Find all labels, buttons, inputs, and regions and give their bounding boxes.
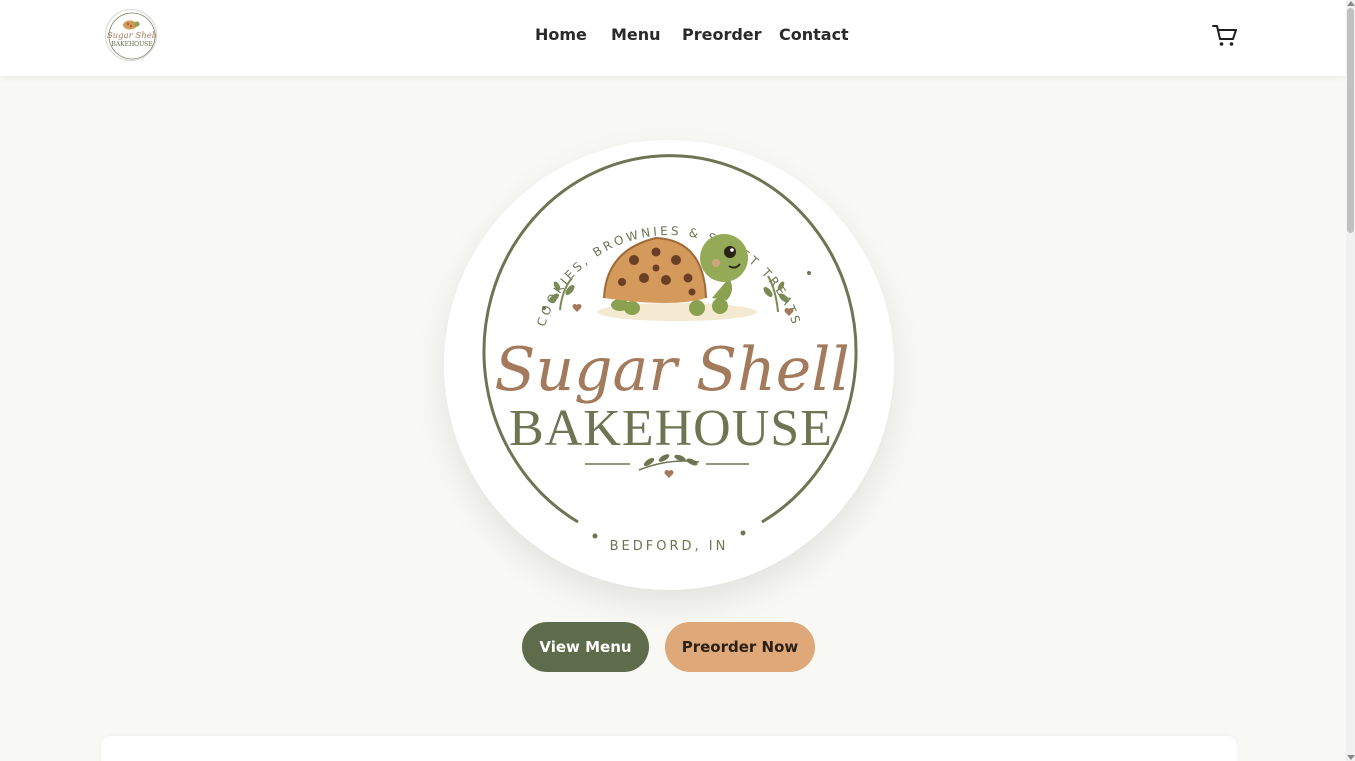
scrollbar[interactable]: [1346, 0, 1355, 761]
scroll-up-icon[interactable]: [1347, 1, 1355, 6]
logo-location: BEDFORD, IN: [610, 539, 729, 554]
small-logo-serif: BAKEHOUSE: [111, 41, 152, 48]
small-logo-script: Sugar Shell: [107, 31, 157, 41]
hero-logo: COOKIES, BROWNIES & SWEET TREATS BEDFORD…: [482, 154, 858, 554]
cart-button[interactable]: [1212, 24, 1238, 48]
view-menu-button[interactable]: View Menu: [522, 622, 649, 672]
scrollbar-thumb[interactable]: [1347, 8, 1354, 233]
preorder-now-button[interactable]: Preorder Now: [665, 622, 815, 672]
nav-home[interactable]: Home: [535, 25, 587, 44]
small-logo-graphic: Sugar Shell BAKEHOUSE: [107, 12, 157, 60]
nav-preorder[interactable]: Preorder: [682, 25, 762, 44]
hero-logo-circle: COOKIES, BROWNIES & SWEET TREATS BEDFORD…: [444, 140, 894, 590]
site-header: Sugar Shell BAKEHOUSE Home Menu Preorder…: [0, 0, 1346, 76]
nav-menu[interactable]: Menu: [611, 25, 661, 44]
cart-icon: [1212, 25, 1237, 46]
nav-contact[interactable]: Contact: [779, 25, 849, 44]
logo-serif-title: BAKEHOUSE: [509, 400, 833, 457]
header-logo[interactable]: Sugar Shell BAKEHOUSE: [105, 9, 157, 61]
logo-script-title: Sugar Shell: [494, 335, 849, 405]
content-card: [101, 736, 1237, 761]
scroll-down-icon[interactable]: [1347, 755, 1355, 760]
